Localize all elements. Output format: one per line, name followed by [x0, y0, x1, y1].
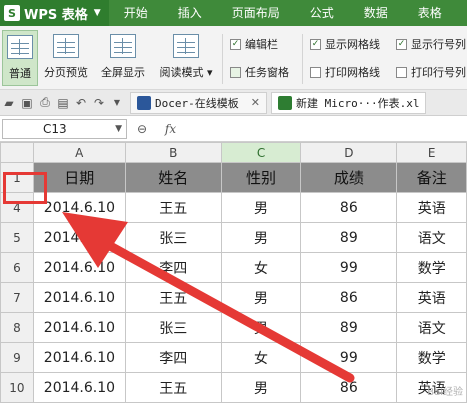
watermark: Bai经验 [427, 387, 463, 398]
annotation-arrow [62, 212, 355, 383]
